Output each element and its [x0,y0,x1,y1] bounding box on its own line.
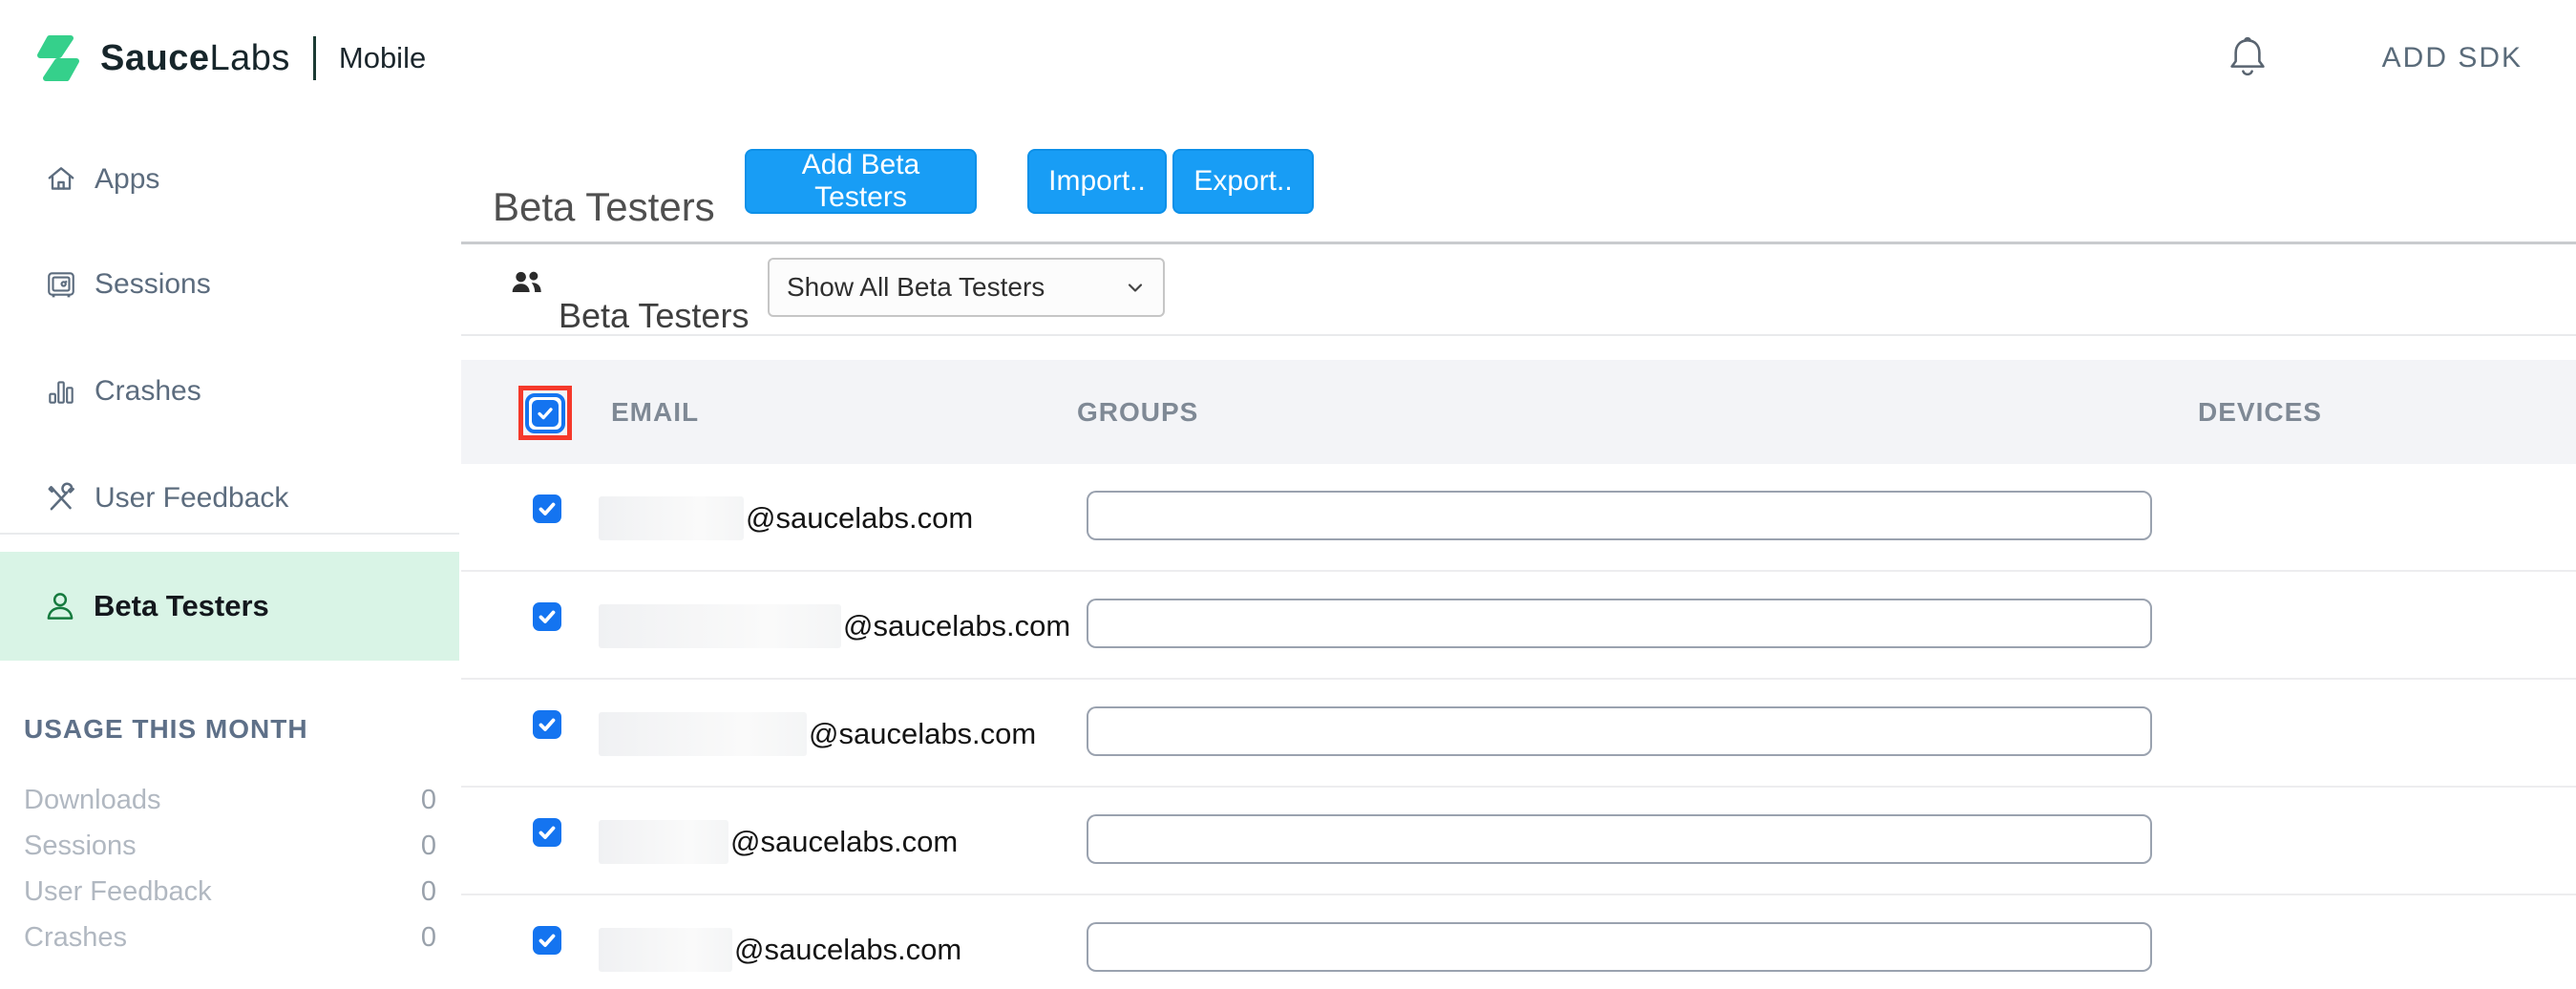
section-divider [461,242,2576,244]
beta-testers-filter-select[interactable]: Show All Beta Testers [768,258,1165,317]
redacted-email-username [599,604,841,648]
email-cell: @saucelabs.com [599,604,1070,648]
tools-icon [45,482,77,515]
main-content: Beta Testers Add Beta Testers Import.. E… [461,116,2576,989]
email-cell: @saucelabs.com [599,712,1036,756]
saucelabs-mobile-app: SauceLabs Mobile ADD SDK Apps [0,0,2576,989]
column-header-email[interactable]: EMAIL [611,360,699,464]
filter-selected-value: Show All Beta Testers [787,272,1123,303]
groups-input[interactable] [1087,814,2152,864]
row-checkbox[interactable] [533,926,561,955]
email-domain-text: @saucelabs.com [809,717,1036,751]
table-header: EMAIL GROUPS DEVICES [461,360,2576,464]
usage-row-crashes: Crashes 0 [24,915,436,960]
table-row: @saucelabs.com [461,788,2576,895]
usage-label: Sessions [24,831,137,862]
sidebar-item-label: Beta Testers [94,589,269,623]
groups-input[interactable] [1087,706,2152,756]
usage-title: USAGE THIS MONTH [24,714,436,745]
import-button[interactable]: Import.. [1027,149,1167,214]
sidebar-item-apps[interactable]: Apps [0,127,459,232]
select-all-checkbox[interactable] [525,393,565,433]
saucelabs-logo-icon [32,31,85,86]
row-checkbox[interactable] [533,818,561,847]
chevron-down-icon [1123,275,1148,300]
column-header-groups[interactable]: GROUPS [1077,360,1198,464]
email-cell: @saucelabs.com [599,820,958,864]
sidebar-item-label: User Feedback [95,482,288,515]
section-title: Beta Testers [559,296,749,336]
redacted-email-username [599,928,732,972]
usage-value: 0 [421,922,436,954]
usage-label: Crashes [24,922,127,954]
usage-panel: USAGE THIS MONTH Downloads 0 Sessions 0 … [24,714,436,960]
people-icon [510,267,544,298]
page-title: Beta Testers [493,184,715,230]
sidebar: Apps Sessions Crashes [0,116,463,989]
add-sdk-button[interactable]: ADD SDK [2382,42,2523,74]
sidebar-item-label: Crashes [95,375,201,408]
redacted-email-username [599,820,728,864]
email-cell: @saucelabs.com [599,496,973,540]
usage-label: User Feedback [24,876,212,908]
notifications-bell-icon[interactable] [2226,34,2270,82]
export-button[interactable]: Export.. [1172,149,1314,214]
email-domain-text: @saucelabs.com [734,933,961,967]
person-icon [43,589,77,623]
add-beta-testers-button[interactable]: Add Beta Testers [745,149,977,214]
email-domain-text: @saucelabs.com [730,825,958,859]
email-domain-text: @saucelabs.com [746,501,973,536]
checkbox-checked-icon [532,400,559,427]
usage-row-sessions: Sessions 0 [24,823,436,869]
table-top-divider [461,334,2576,336]
brand-separator [313,36,316,80]
home-icon [45,163,77,196]
usage-value: 0 [421,876,436,908]
table-row: @saucelabs.com [461,464,2576,572]
sidebar-item-beta-testers[interactable]: Beta Testers [0,552,459,661]
groups-input[interactable] [1087,922,2152,972]
highlight-box [518,386,572,440]
sidebar-item-sessions[interactable]: Sessions [0,232,459,337]
usage-value: 0 [421,785,436,816]
beta-testers-table-body: @saucelabs.com @saucelabs.com [461,464,2576,989]
brand-product-label: Mobile [339,41,426,75]
row-checkbox[interactable] [533,710,561,739]
brand-logo[interactable]: SauceLabs Mobile [32,0,426,116]
sidebar-item-label: Apps [95,163,159,196]
sidebar-item-crashes[interactable]: Crashes [0,339,459,444]
usage-value: 0 [421,831,436,862]
column-header-devices[interactable]: DEVICES [2198,360,2322,464]
safe-icon [45,268,77,301]
redacted-email-username [599,496,744,540]
sidebar-divider [0,533,459,535]
usage-label: Downloads [24,785,160,816]
sidebar-item-user-feedback[interactable]: User Feedback [0,446,459,551]
top-bar: SauceLabs Mobile ADD SDK [0,0,2576,118]
row-checkbox[interactable] [533,602,561,631]
table-row: @saucelabs.com [461,680,2576,788]
usage-row-downloads: Downloads 0 [24,777,436,823]
brand-text: SauceLabs [100,38,290,79]
email-cell: @saucelabs.com [599,928,961,972]
redacted-email-username [599,712,807,756]
usage-row-user-feedback: User Feedback 0 [24,869,436,915]
row-checkbox[interactable] [533,494,561,523]
groups-input[interactable] [1087,491,2152,540]
sidebar-item-label: Sessions [95,268,211,301]
groups-input[interactable] [1087,599,2152,648]
table-row: @saucelabs.com [461,572,2576,680]
email-domain-text: @saucelabs.com [843,609,1070,643]
table-row: @saucelabs.com [461,895,2576,989]
bar-chart-icon [45,375,77,408]
